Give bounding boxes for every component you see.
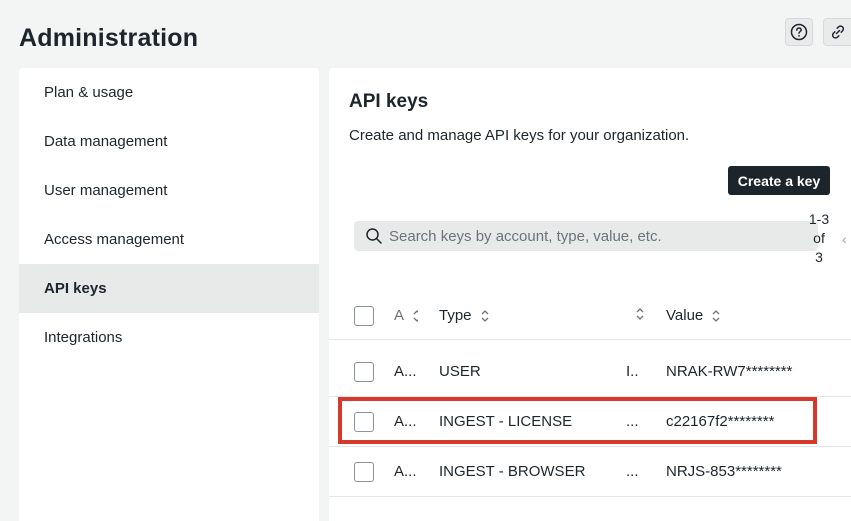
sort-icon: [480, 309, 490, 323]
copy-link-button[interactable]: [823, 18, 851, 46]
column-header-name-sort[interactable]: [635, 292, 651, 339]
sidebar-item-data-management[interactable]: Data management: [19, 117, 319, 166]
cell-name: ...: [626, 413, 638, 430]
pagination-prev-icon[interactable]: ‹: [842, 231, 847, 247]
sidebar-item-access-management[interactable]: Access management: [19, 215, 319, 264]
link-icon: [831, 25, 844, 39]
row-checkbox[interactable]: [354, 411, 374, 432]
select-all-checkbox[interactable]: [354, 305, 374, 326]
table-row[interactable]: A... USER I... NRAK-RW7********: [329, 347, 851, 397]
pagination-total: 3: [815, 249, 823, 265]
pagination-count: 1-3 of 3: [807, 210, 831, 267]
sidebar-item-label: Data management: [44, 133, 168, 150]
sidebar-item-label: Plan & usage: [44, 84, 134, 101]
column-header-value[interactable]: Value: [666, 292, 836, 339]
sidebar-item-label: API keys: [44, 280, 107, 297]
cell-type: USER: [439, 363, 481, 380]
sidebar-item-label: Integrations: [44, 329, 123, 346]
cell-type: INGEST - BROWSER: [439, 463, 586, 480]
column-header-type[interactable]: Type: [439, 292, 619, 339]
sort-icon: [635, 307, 645, 325]
cell-name: I...: [626, 363, 638, 380]
sidebar-item-api-keys[interactable]: API keys: [19, 264, 319, 313]
section-title: API keys: [349, 91, 429, 112]
pagination-of: of: [813, 230, 825, 246]
cell-account: A...: [394, 463, 417, 480]
sort-icon: [711, 309, 721, 323]
table-row[interactable]: A... INGEST - LICENSE ... c22167f2******…: [329, 397, 851, 447]
cell-value: NRJS-853********: [666, 463, 782, 480]
cell-value: NRAK-RW7********: [666, 363, 793, 380]
section-description: Create and manage API keys for your orga…: [349, 127, 690, 144]
help-icon: [790, 23, 808, 41]
cell-name: ...: [626, 463, 638, 480]
sidebar-item-user-management[interactable]: User management: [19, 166, 319, 215]
top-toolbar: [785, 18, 851, 46]
search-icon: [366, 228, 382, 244]
table-header: A Type Value: [329, 292, 851, 340]
cell-account: A...: [394, 363, 417, 380]
api-keys-panel: API keys Create and manage API keys for …: [329, 68, 851, 521]
column-header-account[interactable]: A: [394, 292, 418, 339]
help-button[interactable]: [785, 18, 813, 46]
search-bar: [354, 221, 818, 251]
row-checkbox[interactable]: [354, 461, 374, 482]
cell-account: A...: [394, 413, 417, 430]
pagination-range: 1-3: [808, 211, 830, 227]
cell-value: c22167f2********: [666, 413, 775, 430]
row-checkbox[interactable]: [354, 361, 374, 382]
sidebar-item-integrations[interactable]: Integrations: [19, 313, 319, 362]
create-key-button[interactable]: Create a key: [728, 166, 830, 195]
table-row[interactable]: A... INGEST - BROWSER ... NRJS-853******…: [329, 447, 851, 497]
page-title: Administration: [19, 24, 199, 52]
cell-type: INGEST - LICENSE: [439, 413, 573, 430]
sidebar-item-label: User management: [44, 182, 168, 199]
sidebar-item-label: Access management: [44, 231, 185, 248]
search-input[interactable]: [389, 227, 809, 245]
sidebar: Plan & usage Data management User manage…: [19, 68, 319, 521]
sidebar-item-plan-usage[interactable]: Plan & usage: [19, 68, 319, 117]
sort-icon: [412, 309, 418, 323]
